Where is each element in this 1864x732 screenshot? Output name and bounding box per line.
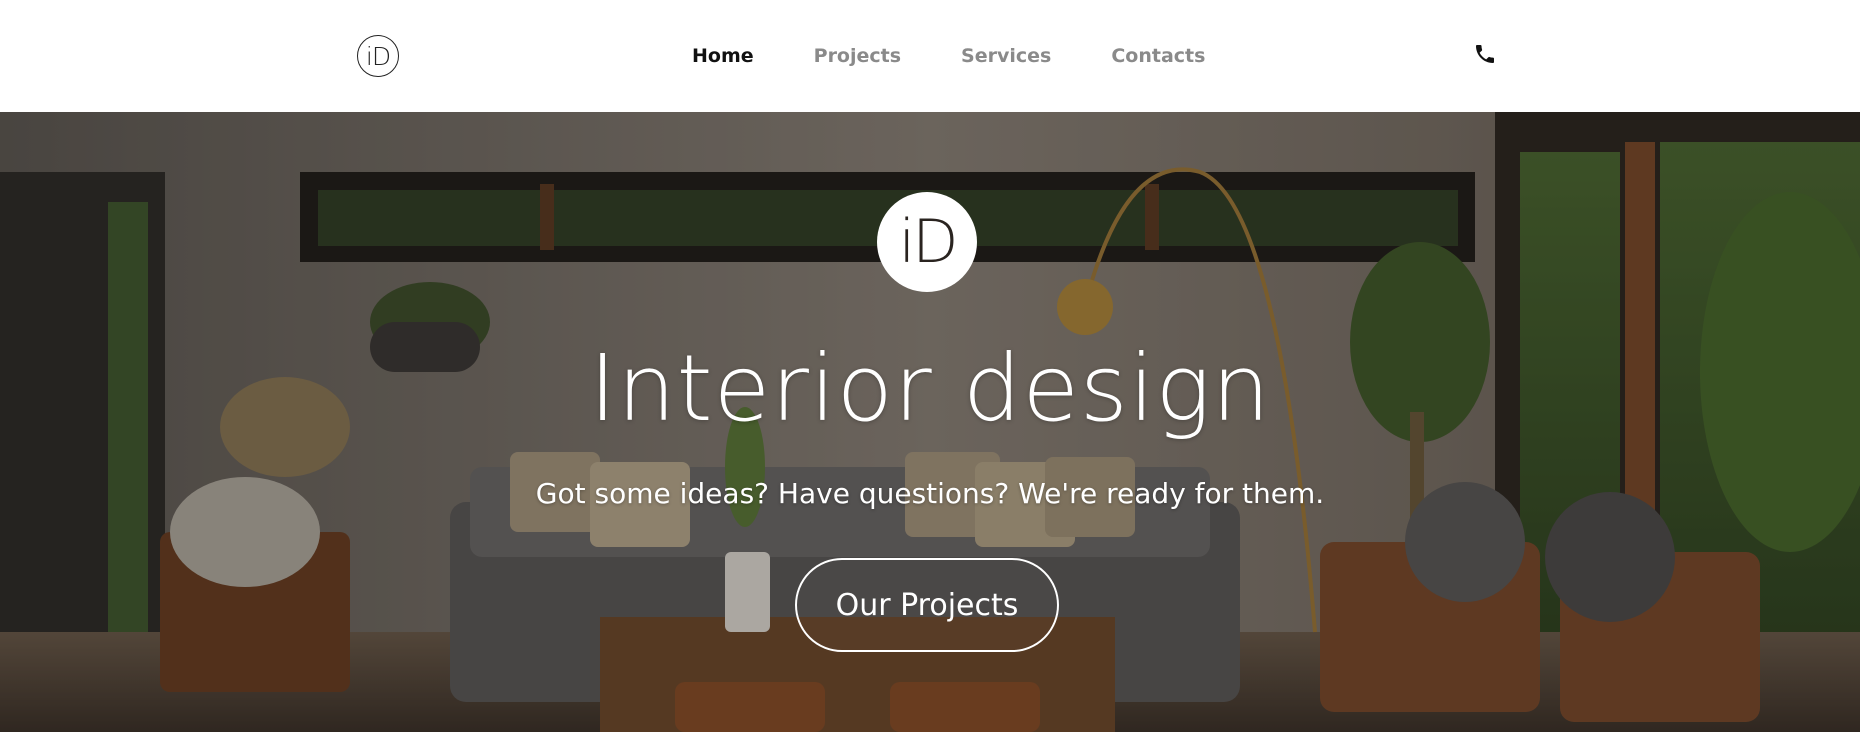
hero-title: Interior design [589, 335, 1271, 442]
hero-logo: iD [877, 192, 977, 292]
scrollbar-gutter [1860, 0, 1864, 732]
site-header: iD Home Projects Services Contacts [0, 0, 1860, 112]
site-logo[interactable]: iD [357, 35, 399, 77]
phone-button[interactable] [1472, 43, 1498, 69]
our-projects-button[interactable]: Our Projects [795, 558, 1059, 652]
hero-section: iD Interior design Got some ideas? Have … [0, 112, 1860, 732]
hero-subtitle: Got some ideas? Have questions? We're re… [535, 477, 1325, 510]
main-nav: Home Projects Services Contacts [692, 44, 1265, 68]
phone-icon [1473, 42, 1497, 71]
nav-item-contacts[interactable]: Contacts [1111, 44, 1205, 68]
nav-item-home[interactable]: Home [692, 44, 754, 68]
nav-item-projects[interactable]: Projects [814, 44, 901, 68]
nav-item-services[interactable]: Services [961, 44, 1051, 68]
